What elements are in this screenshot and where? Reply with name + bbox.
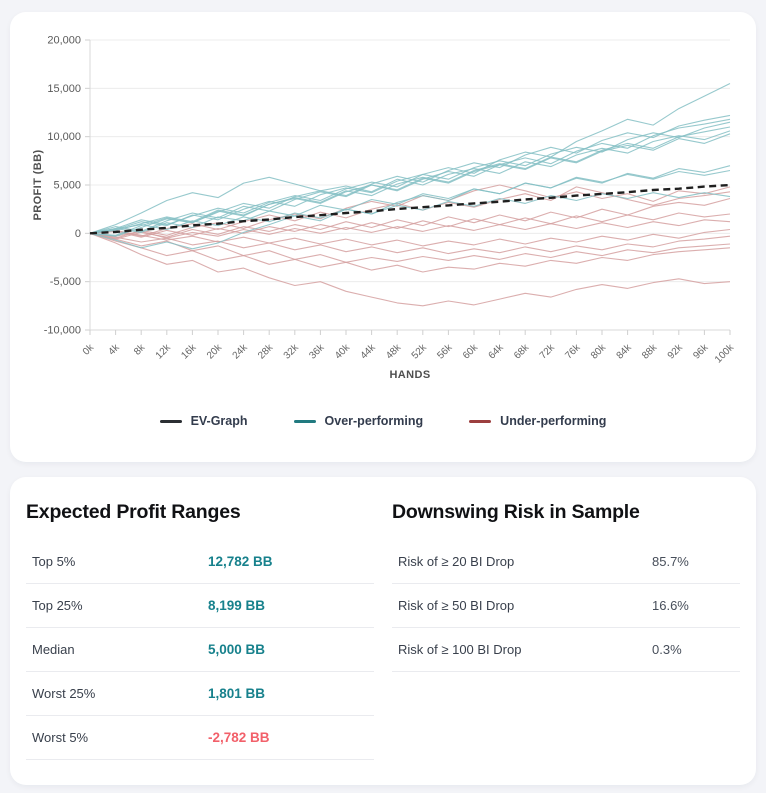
row-label: Top 5%	[32, 554, 76, 569]
x-tick-label: 92k	[666, 342, 686, 362]
legend-swatch-icon	[469, 419, 492, 423]
profit-chart[interactable]: 20,000 15,000 10,000 5,000 0 -5,000 -10,0000k 4…	[10, 12, 756, 390]
table-row: Risk of ≥ 50 BI Drop 16.6%	[392, 584, 740, 628]
table-row: Top 5% 12,782 BB	[26, 540, 374, 584]
row-label: Risk of ≥ 50 BI Drop	[398, 598, 515, 613]
x-tick-label: 40k	[333, 342, 353, 362]
x-tick-label: 36k	[307, 342, 327, 362]
downswing-risk-table: Downswing Risk in Sample Risk of ≥ 20 BI…	[392, 501, 740, 760]
over-performing-line	[89, 126, 731, 236]
table-row: Median 5,000 BB	[26, 628, 374, 672]
downswing-risk-rows: Risk of ≥ 20 BI Drop 85.7% Risk of ≥ 50 BI…	[392, 540, 740, 672]
x-tick-label: 0k	[81, 342, 97, 358]
over-performing-line	[89, 83, 731, 234]
legend-label: EV-Graph	[190, 414, 248, 428]
table-row: Top 25% 8,199 BB	[26, 584, 374, 628]
x-tick-label: 52k	[410, 342, 430, 362]
row-value: 85.7%	[652, 554, 689, 569]
y-tick-label: 5,000	[53, 180, 81, 192]
x-tick-label: 48k	[384, 342, 404, 362]
x-tick-label: 8k	[132, 342, 148, 358]
x-tick-label: 28k	[256, 342, 276, 362]
x-tick-label: 44k	[359, 342, 379, 362]
x-tick-label: 72k	[538, 342, 558, 362]
row-label: Risk of ≥ 20 BI Drop	[398, 554, 515, 569]
table-row: Risk of ≥ 100 BI Drop 0.3%	[392, 628, 740, 672]
row-value: 8,199 BB	[208, 598, 266, 613]
x-tick-label: 84k	[615, 342, 635, 362]
x-tick-label: 64k	[487, 342, 507, 362]
x-tick-label: 60k	[461, 342, 481, 362]
row-label: Worst 25%	[32, 686, 96, 701]
x-tick-label: 88k	[640, 342, 660, 362]
x-tick-label: 76k	[563, 342, 583, 362]
profit-ranges-rows: Top 5% 12,782 BB Top 25% 8,199 BB Median 5,00…	[26, 540, 374, 760]
row-label: Top 25%	[32, 598, 83, 613]
chart-legend: EV-Graph Over-performing Under-performing	[10, 414, 756, 428]
x-tick-label: 68k	[512, 342, 532, 362]
row-value: 16.6%	[652, 598, 689, 613]
x-tick-label: 100k	[713, 342, 737, 366]
row-label: Median	[32, 642, 75, 657]
page: 20,000 15,000 10,000 5,000 0 -5,000 -10,000 0k 4…	[0, 0, 766, 785]
variance-chart-card: 20,000 15,000 10,000 5,000 0 -5,000 -10,000 0k 4…	[10, 12, 756, 462]
stats-card: Expected Profit Ranges Top 5% 12,782 BB To…	[10, 477, 756, 785]
row-value: -2,782 BB	[208, 730, 270, 745]
legend-item: Under-performing	[469, 414, 606, 428]
row-value: 1,801 BB	[208, 686, 266, 701]
y-tick-label: -5,000	[50, 276, 81, 288]
table-row: Risk of ≥ 20 BI Drop 85.7%	[392, 540, 740, 584]
x-tick-label: 4k	[106, 342, 122, 358]
y-tick-label: 15,000	[47, 83, 81, 95]
x-tick-label: 12k	[154, 342, 174, 362]
x-tick-label: 20k	[205, 342, 225, 362]
row-label: Worst 5%	[32, 730, 89, 745]
row-value: 12,782 BB	[208, 554, 273, 569]
x-tick-label: 32k	[282, 342, 302, 362]
x-tick-label: 56k	[435, 342, 455, 362]
y-tick-label: 10,000	[47, 131, 81, 143]
x-tick-label: 24k	[231, 342, 251, 362]
x-axis-title: HANDS	[389, 369, 430, 381]
legend-item: Over-performing	[293, 414, 424, 428]
legend-label: Over-performing	[324, 414, 424, 428]
expected-profit-ranges-table: Expected Profit Ranges Top 5% 12,782 BB To…	[26, 501, 374, 760]
y-tick-label: 0	[75, 228, 81, 240]
legend-swatch-icon	[293, 419, 316, 423]
table-row: Worst 5% -2,782 BB	[26, 716, 374, 760]
y-tick-label: -10,000	[44, 325, 81, 337]
under-performing-line	[89, 184, 731, 239]
row-value: 0.3%	[652, 642, 682, 657]
legend-swatch-icon	[159, 419, 182, 423]
x-tick-label: 80k	[589, 342, 609, 362]
legend-label: Under-performing	[500, 414, 607, 428]
y-tick-label: 20,000	[47, 35, 81, 47]
profit-ranges-title: Expected Profit Ranges	[26, 501, 241, 523]
row-value: 5,000 BB	[208, 642, 266, 657]
legend-item: EV-Graph	[159, 414, 248, 428]
table-row: Worst 25% 1,801 BB	[26, 672, 374, 716]
row-label: Risk of ≥ 100 BI Drop	[398, 642, 522, 657]
y-axis-title: PROFIT (BB)	[32, 149, 44, 220]
downswing-risk-title: Downswing Risk in Sample	[392, 501, 640, 523]
x-tick-label: 96k	[691, 342, 711, 362]
x-tick-label: 16k	[179, 342, 199, 362]
